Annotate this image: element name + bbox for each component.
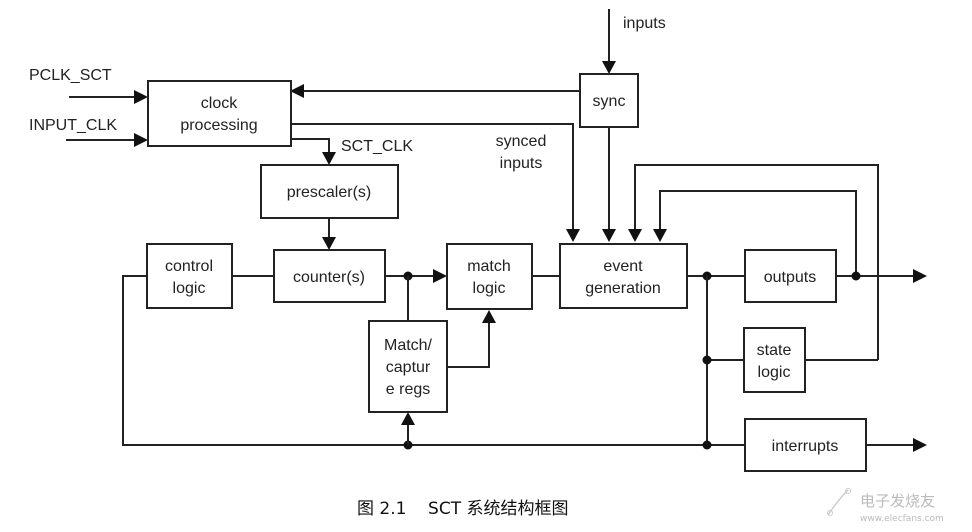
loop-to-regs-arrow-icon [401,412,415,425]
sync-to-event-arrow-icon [602,229,616,242]
watermark: 电子发烧友 www.elecfans.com [827,488,944,524]
block-label: sync [593,93,626,110]
block-label: interrupts [772,438,839,455]
outputs-block: outputs [744,249,837,303]
state-logic-block: state logic [743,327,806,393]
block-label: prescaler(s) [287,184,371,201]
counter-block: counter(s) [273,249,386,303]
prescaler-to-counter-arrow-icon [322,237,336,250]
block-label: generation [585,280,661,297]
outputs-out-arrow-icon [913,269,927,283]
event-generation-block: event generation [559,243,688,309]
synced-inputs-label: synced [496,133,547,150]
match-logic-block: match logic [446,243,533,310]
watermark-name: 电子发烧友 [860,492,935,510]
synced-inputs-label: inputs [500,155,543,172]
block-label: counter(s) [293,269,365,286]
inputs-arrow-icon [602,61,616,74]
sct-clk-label: SCT_CLK [341,138,413,155]
synced-inputs-arrow-icon [566,229,580,242]
junction-dot [851,271,861,281]
block-label: match [467,258,511,275]
outputs-feedback-arrow-icon [653,229,667,242]
block-label: Match/ [384,337,433,354]
pclk-sct-arrow-icon [134,90,148,104]
input-clk-label: INPUT_CLK [29,117,117,134]
interrupts-out-arrow-icon [913,438,927,452]
state-feedback-arrow-icon [628,229,642,242]
match-capture-regs-block: Match/ captur e regs [368,320,448,413]
watermark-url: www.elecfans.com [860,514,944,524]
sync-block: sync [579,73,639,128]
pclk-sct-label: PCLK_SCT [29,67,112,84]
block-label: clock [201,95,238,112]
junction-dot [702,355,712,365]
figure-caption: 图 2.1 SCT 系统结构框图 [357,499,569,519]
input-clk-arrow-icon [134,133,148,147]
sync-to-clock-arrow-icon [290,84,304,98]
block-label: event [603,258,643,275]
block-label: control [165,258,213,275]
regs-to-match-arrow-icon [482,310,496,323]
counter-to-match-arrow-icon [433,269,447,283]
block-label: logic [758,364,791,381]
block-label: captur [386,359,431,376]
inputs-label: inputs [623,15,666,32]
interrupts-block: interrupts [744,418,867,472]
sct-block-diagram: clock processing sync prescaler(s) contr… [29,9,944,524]
sct-clk-arrow-icon [322,152,336,165]
block-label: e regs [386,381,430,398]
sct-clk-wire [291,138,330,153]
block-label: processing [180,117,257,134]
block-label: logic [473,280,506,297]
block-label: logic [173,280,206,297]
control-logic-block: control logic [146,243,233,309]
prescaler-block: prescaler(s) [260,164,399,219]
regs-to-match-wire [447,323,490,368]
block-label: state [757,342,792,359]
block-label: outputs [764,269,816,286]
clock-processing-block: clock processing [147,80,292,147]
junction-dot [702,440,712,450]
